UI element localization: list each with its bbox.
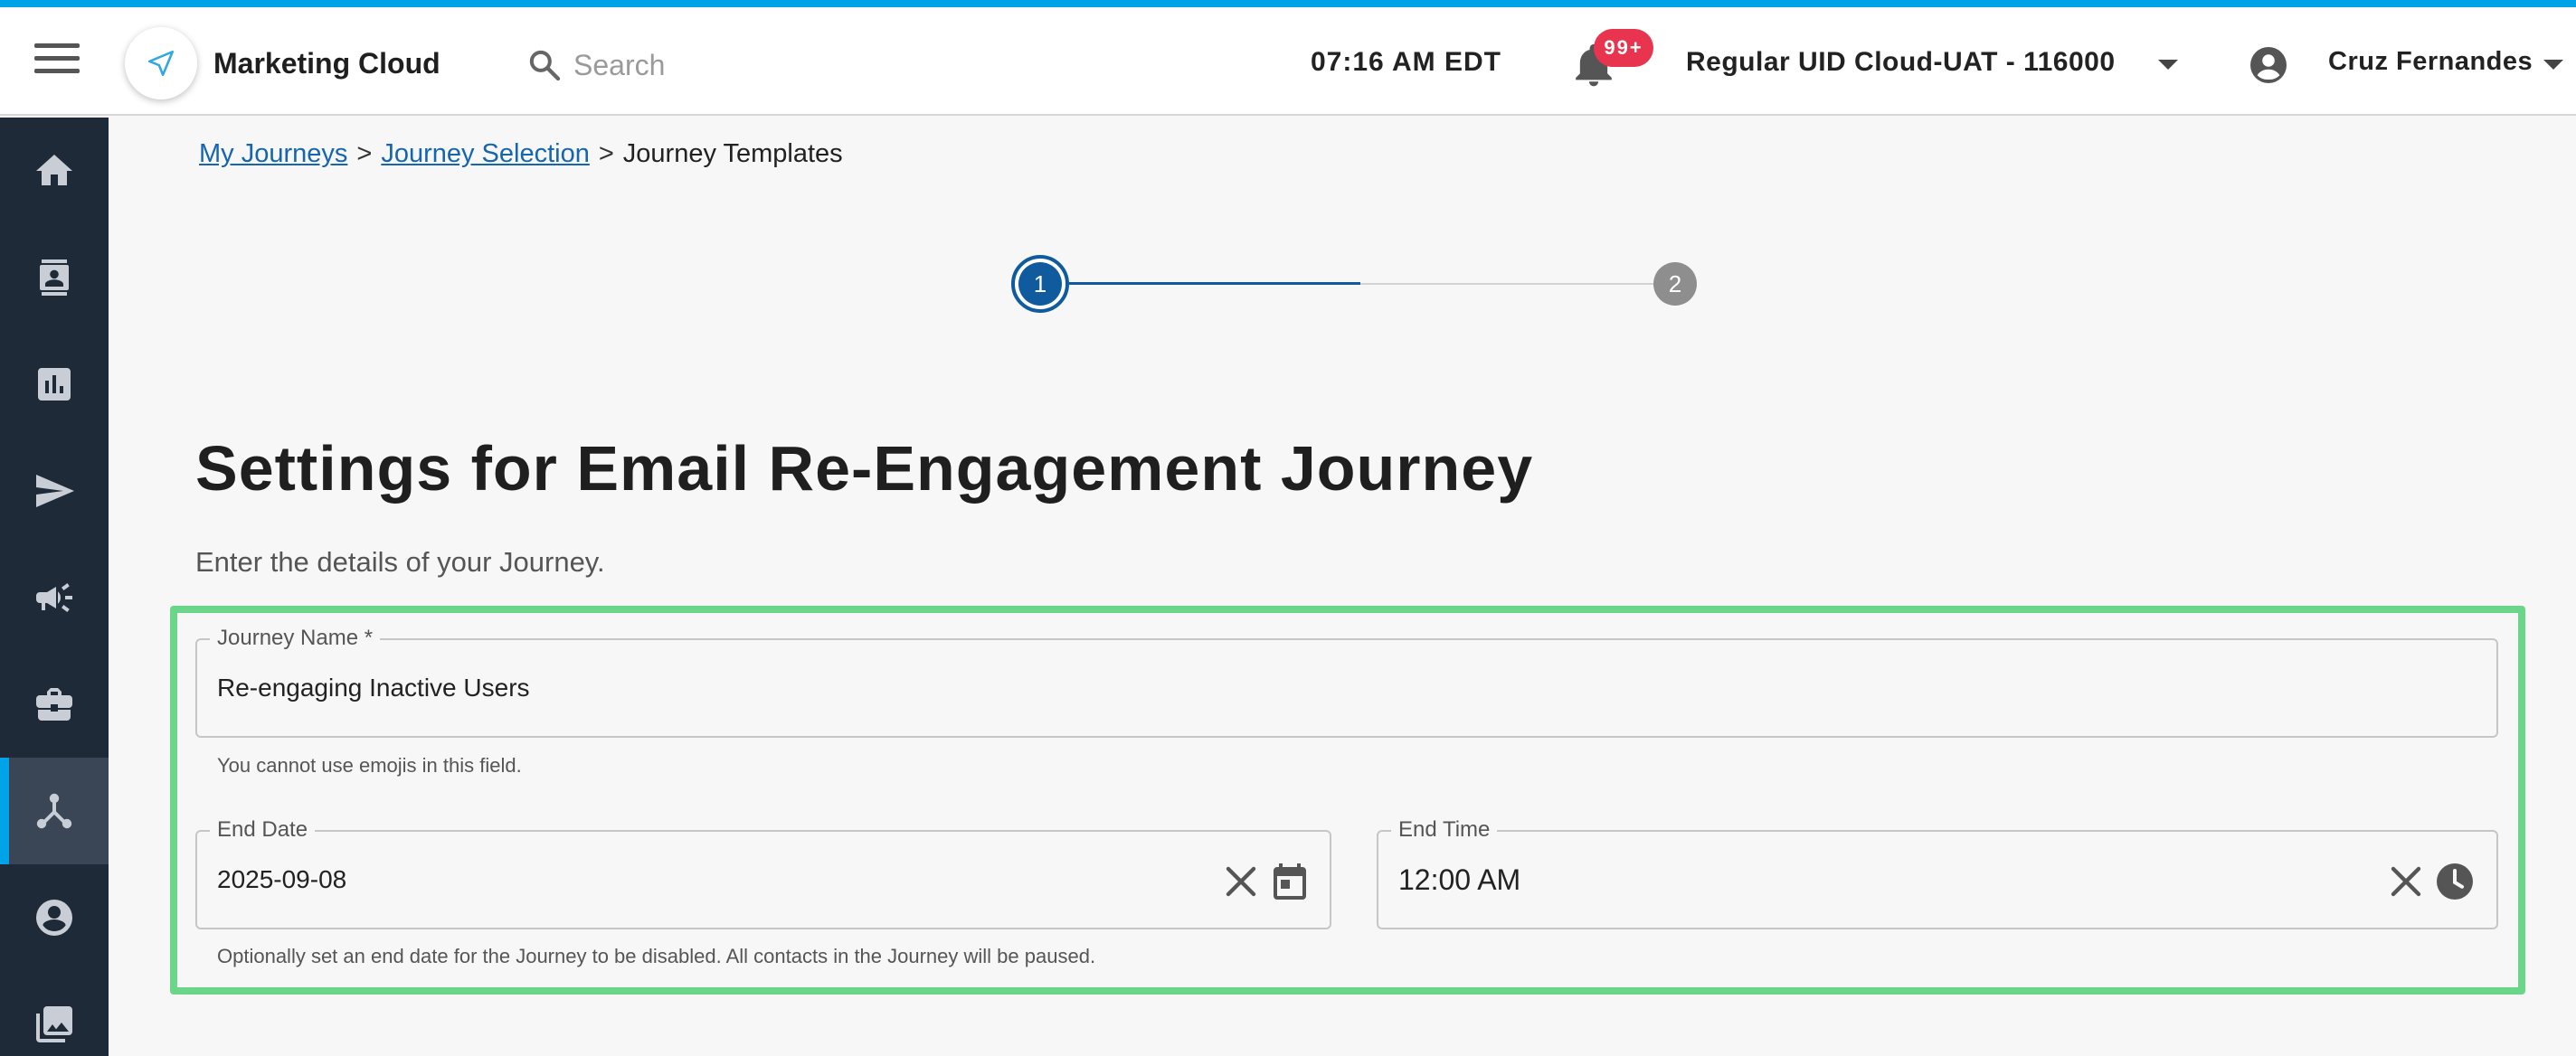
search-icon[interactable] (526, 47, 563, 83)
chevron-down-icon[interactable] (2158, 60, 2178, 70)
clear-time-icon[interactable] (2384, 860, 2428, 903)
image-library-icon (36, 1006, 72, 1042)
sidebar (0, 118, 109, 1056)
app-logo[interactable] (125, 27, 197, 99)
breadcrumb-link-journey-selection[interactable]: Journey Selection (381, 139, 590, 168)
app-header: Marketing Cloud 07:16 AM EDT 99+ Regular… (0, 7, 2576, 116)
top-accent-stripe (0, 0, 2576, 7)
sidebar-item-send[interactable] (0, 438, 109, 544)
search-input[interactable] (573, 43, 1044, 87)
user-avatar-icon[interactable] (2247, 43, 2290, 87)
journey-name-field[interactable]: Journey Name * (195, 624, 2498, 738)
journey-icon (36, 793, 72, 829)
sidebar-item-journeys[interactable] (0, 758, 109, 864)
sidebar-item-contacts[interactable] (0, 224, 109, 331)
chevron-down-icon[interactable] (2543, 60, 2563, 70)
sidebar-item-reports[interactable] (0, 331, 109, 438)
send-icon (36, 475, 74, 507)
end-time-input[interactable] (1398, 832, 2182, 928)
end-date-field[interactable]: End Date (195, 816, 1331, 929)
step-1-indicator: 1 (1011, 255, 1069, 313)
notification-count-badge: 99+ (1594, 29, 1653, 67)
home-icon (36, 155, 72, 185)
end-date-input[interactable] (217, 832, 1010, 928)
sidebar-item-media[interactable] (0, 971, 109, 1056)
navigation-arrow-icon (147, 50, 175, 77)
clock-icon[interactable] (2433, 860, 2477, 903)
end-time-field[interactable]: End Time (1377, 816, 2498, 929)
journey-name-input[interactable] (217, 640, 1827, 736)
briefcase-icon (36, 688, 72, 721)
menu-icon[interactable] (34, 43, 80, 80)
sidebar-item-home[interactable] (0, 118, 109, 224)
breadcrumb: My Journeys > Journey Selection > Journey Te… (199, 139, 843, 169)
clear-date-icon[interactable] (1219, 860, 1263, 903)
bar-chart-icon (38, 368, 71, 401)
breadcrumb-separator: > (356, 139, 373, 168)
app-title: Marketing Cloud (213, 47, 440, 80)
org-selector[interactable]: Regular UID Cloud-UAT - 116000 (1686, 47, 2116, 78)
user-menu[interactable]: Cruz Fernandes (2328, 47, 2533, 77)
page-subtitle: Enter the details of your Journey. (195, 546, 605, 578)
sidebar-item-account[interactable] (0, 864, 109, 971)
breadcrumb-separator: > (598, 139, 614, 168)
contacts-icon (40, 259, 69, 296)
calendar-icon[interactable] (1268, 860, 1312, 903)
end-date-helper: Optionally set an end date for the Journ… (217, 945, 1096, 967)
step-1-number: 1 (1018, 262, 1062, 306)
sidebar-item-tools[interactable] (0, 651, 109, 758)
sidebar-item-campaigns[interactable] (0, 544, 109, 651)
journey-name-helper: You cannot use emojis in this field. (217, 754, 522, 777)
breadcrumb-link-my-journeys[interactable]: My Journeys (199, 139, 347, 168)
stepper-progress-line (1069, 282, 1360, 285)
page-title: Settings for Email Re-Engagement Journey (195, 433, 1534, 504)
breadcrumb-current: Journey Templates (622, 139, 843, 168)
megaphone-icon (36, 583, 72, 612)
current-time: 07:16 AM EDT (1311, 47, 1501, 77)
step-2-indicator: 2 (1653, 262, 1697, 306)
account-circle-icon (36, 900, 72, 936)
stepper-remaining-line (1360, 283, 1655, 285)
